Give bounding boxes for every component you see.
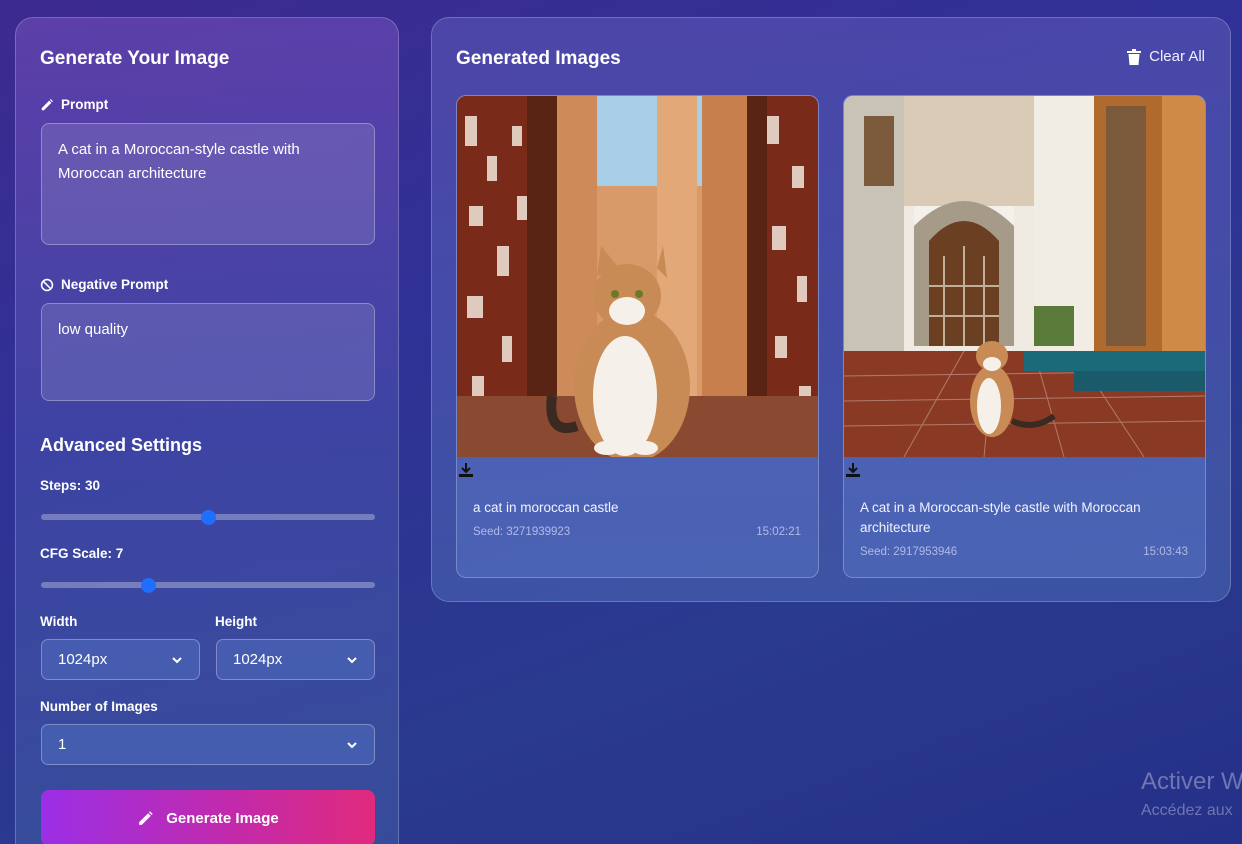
image-timestamp: 15:03:43 xyxy=(1143,546,1188,558)
clear-all-button[interactable]: Clear All xyxy=(1127,48,1205,65)
number-of-images-label: Number of Images xyxy=(40,699,158,714)
steps-label: Steps: 30 xyxy=(40,478,101,493)
width-select-value: 1024px xyxy=(58,651,108,668)
download-icon[interactable] xyxy=(845,462,861,478)
negative-prompt-input[interactable]: low quality xyxy=(41,303,375,401)
prompt-input[interactable]: A cat in a Moroccan-style castle with Mo… xyxy=(41,123,375,245)
height-label: Height xyxy=(215,614,257,629)
panel-title: Generate Your Image xyxy=(40,48,230,69)
steps-slider-thumb[interactable] xyxy=(201,510,216,525)
prompt-label: Prompt xyxy=(40,97,108,112)
pencil-icon xyxy=(41,98,53,110)
image-caption: a cat in moroccan castle xyxy=(473,500,619,515)
image-caption: A cat in a Moroccan-style castle with Mo… xyxy=(860,500,1141,535)
cfg-scale-slider-thumb[interactable] xyxy=(140,578,156,593)
negative-prompt-label: Negative Prompt xyxy=(40,277,168,292)
generated-images-panel: Generated Images Clear All a cat in moro… xyxy=(431,17,1231,602)
image-card: A cat in a Moroccan-style castle with Mo… xyxy=(843,95,1206,578)
number-of-images-value: 1 xyxy=(58,736,67,753)
generate-panel: Generate Your Image Prompt A cat in a Mo… xyxy=(15,17,399,844)
image-seed: Seed: 2917953946 xyxy=(860,546,958,558)
cfg-scale-label: CFG Scale: 7 xyxy=(40,546,124,561)
generate-image-label: Generate Image xyxy=(166,809,279,827)
ban-icon xyxy=(40,278,54,291)
clear-all-label: Clear All xyxy=(1149,48,1205,65)
cfg-scale-slider[interactable] xyxy=(41,578,375,593)
pencil-icon xyxy=(139,810,153,825)
image-seed: Seed: 3271939923 xyxy=(473,526,571,538)
chevron-down-icon xyxy=(347,741,357,748)
width-label: Width xyxy=(40,614,78,629)
height-select-value: 1024px xyxy=(233,651,283,668)
image-timestamp: 15:02:21 xyxy=(756,526,801,538)
advanced-settings-title: Advanced Settings xyxy=(40,435,203,455)
chevron-down-icon xyxy=(172,656,182,663)
image-card: a cat in moroccan castle Seed: 327193992… xyxy=(456,95,819,578)
trash-icon xyxy=(1127,48,1142,65)
chevron-down-icon xyxy=(347,656,357,663)
download-icon[interactable] xyxy=(458,462,474,478)
generated-image[interactable] xyxy=(844,96,1206,457)
prompt-label-text: Prompt xyxy=(61,97,109,112)
generated-image[interactable] xyxy=(457,96,819,457)
activation-watermark-title: Activer W xyxy=(1141,768,1242,795)
height-select[interactable]: 1024px xyxy=(216,639,375,680)
activation-watermark-subtitle: Accédez aux xyxy=(1141,802,1233,819)
number-of-images-select[interactable]: 1 xyxy=(41,724,375,765)
negative-prompt-label-text: Negative Prompt xyxy=(61,277,169,292)
steps-slider[interactable] xyxy=(41,510,375,525)
generated-images-title: Generated Images xyxy=(456,48,621,69)
width-select[interactable]: 1024px xyxy=(41,639,200,680)
generate-image-button[interactable]: Generate Image xyxy=(41,790,375,844)
